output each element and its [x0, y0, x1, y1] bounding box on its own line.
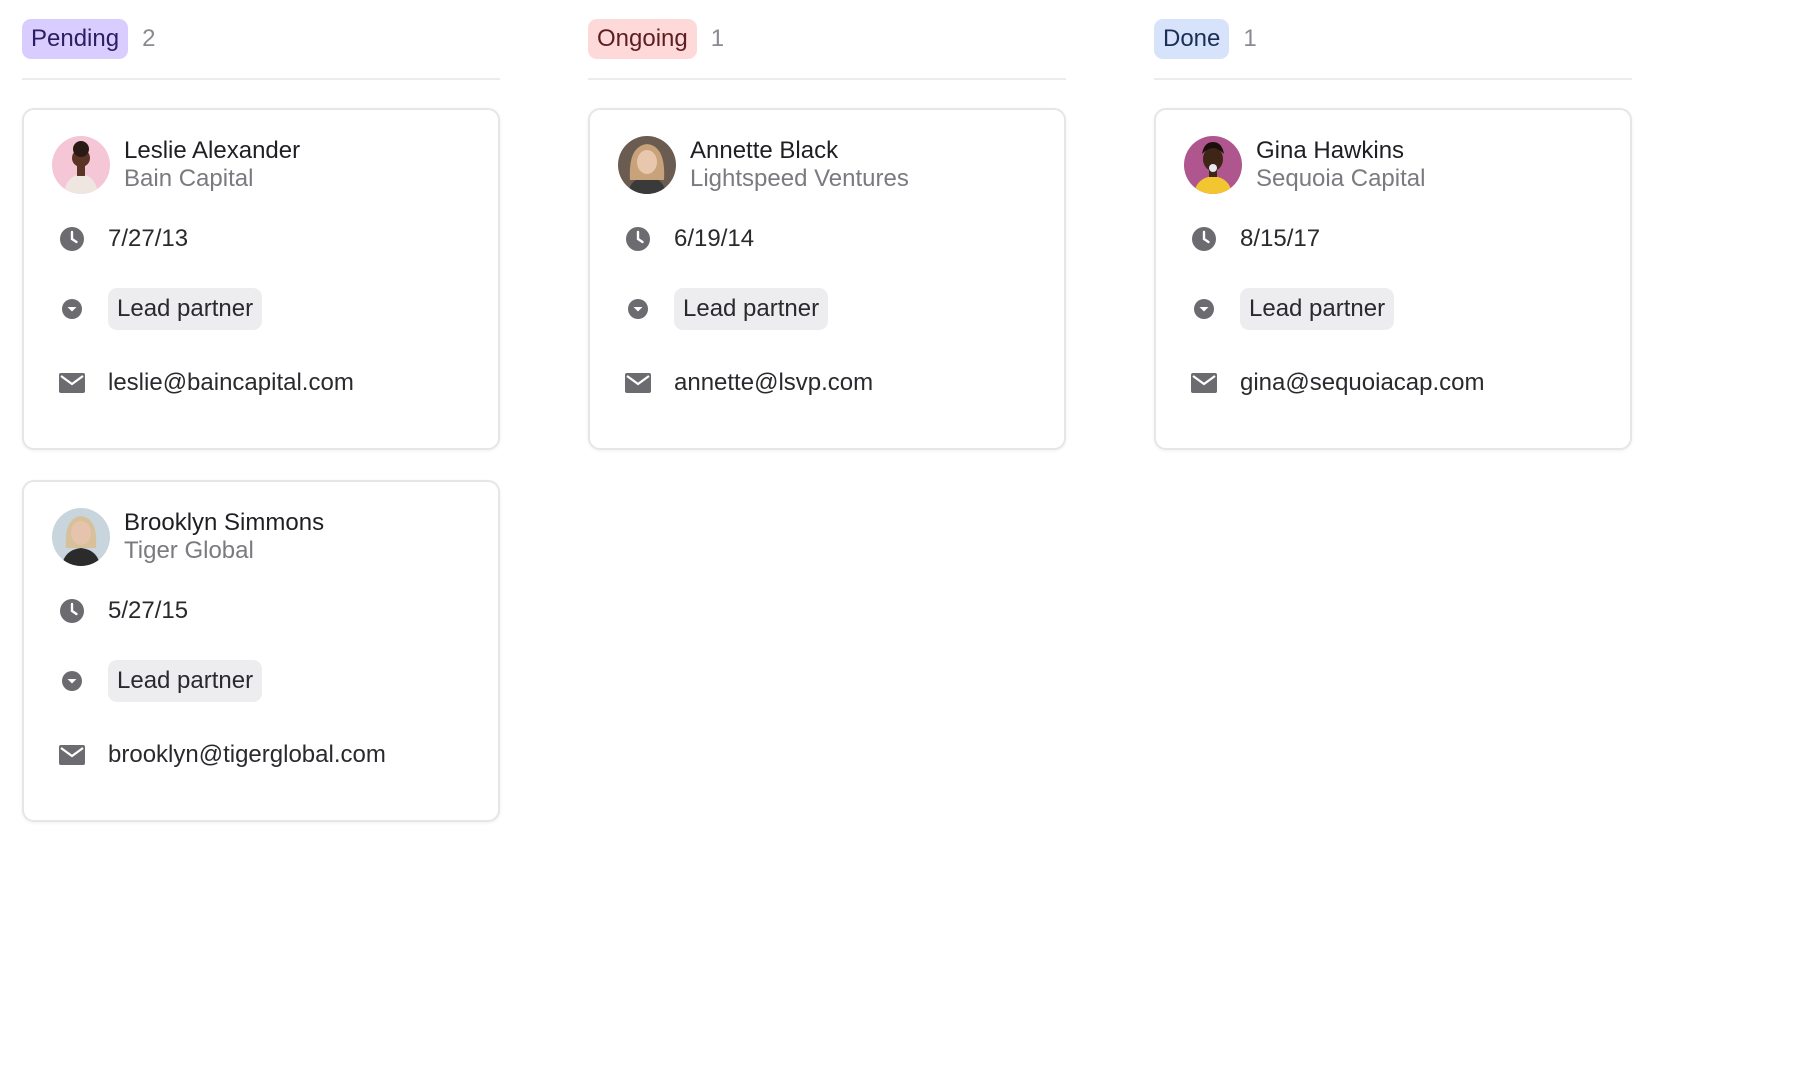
- clock-icon: [626, 227, 650, 251]
- contact-company: Lightspeed Ventures: [690, 165, 909, 192]
- contact-name: Annette Black: [690, 137, 839, 164]
- column-header: Done 1: [1154, 18, 1632, 60]
- contact-company: Tiger Global: [124, 537, 254, 564]
- contact-name: Gina Hawkins: [1256, 137, 1405, 164]
- column-ongoing: Ongoing 1 Annette Black Lightspeed Ventu…: [588, 18, 1066, 852]
- status-tag[interactable]: Ongoing: [588, 19, 697, 59]
- avatar: [1184, 136, 1242, 194]
- role-chip[interactable]: Lead partner: [108, 660, 263, 702]
- email-row: leslie@baincapital.com: [52, 346, 470, 420]
- contact-date: 7/27/13: [108, 225, 189, 252]
- contact-email[interactable]: leslie@baincapital.com: [108, 369, 354, 397]
- role-chip[interactable]: Lead partner: [674, 288, 829, 330]
- status-tag[interactable]: Pending: [22, 19, 129, 59]
- chevron-down-circle-icon: [1194, 299, 1214, 319]
- email-row: brooklyn@tigerglobal.com: [52, 718, 470, 792]
- role-row: Lead partner: [618, 272, 1036, 346]
- avatar: [618, 136, 676, 194]
- column-count: 1: [1243, 25, 1257, 52]
- column-header: Pending 2: [22, 18, 500, 60]
- column-header: Ongoing 1: [588, 18, 1066, 60]
- email-row: annette@lsvp.com: [618, 346, 1036, 420]
- role-row: Lead partner: [1184, 272, 1602, 346]
- clock-icon: [60, 599, 84, 623]
- role-row: Lead partner: [52, 644, 470, 718]
- mail-icon: [59, 745, 85, 765]
- date-row: 8/15/17: [1184, 216, 1602, 262]
- mail-icon: [59, 373, 85, 393]
- chevron-down-circle-icon: [62, 671, 82, 691]
- column-pending: Pending 2 Leslie Alexander Bain Capital …: [22, 18, 500, 852]
- chevron-down-circle-icon: [628, 299, 648, 319]
- date-row: 6/19/14: [618, 216, 1036, 262]
- contact-company: Sequoia Capital: [1256, 165, 1426, 192]
- column-count: 2: [142, 25, 156, 52]
- mail-icon: [625, 373, 651, 393]
- contact-email[interactable]: gina@sequoiacap.com: [1240, 369, 1485, 397]
- contact-card[interactable]: Gina Hawkins Sequoia Capital 8/15/17 Lea…: [1154, 108, 1632, 450]
- kanban-board: Pending 2 Leslie Alexander Bain Capital …: [22, 18, 1632, 852]
- contact-card[interactable]: Brooklyn Simmons Tiger Global 5/27/15 Le…: [22, 480, 500, 822]
- card-person: Brooklyn Simmons Tiger Global: [52, 508, 470, 566]
- card-person: Annette Black Lightspeed Ventures: [618, 136, 1036, 194]
- contact-card[interactable]: Leslie Alexander Bain Capital 7/27/13 Le…: [22, 108, 500, 450]
- card-person: Gina Hawkins Sequoia Capital: [1184, 136, 1602, 194]
- contact-name: Leslie Alexander: [124, 137, 301, 164]
- mail-icon: [1191, 373, 1217, 393]
- contact-card[interactable]: Annette Black Lightspeed Ventures 6/19/1…: [588, 108, 1066, 450]
- card-person: Leslie Alexander Bain Capital: [52, 136, 470, 194]
- email-row: gina@sequoiacap.com: [1184, 346, 1602, 420]
- status-tag[interactable]: Done: [1154, 19, 1230, 59]
- role-chip[interactable]: Lead partner: [108, 288, 263, 330]
- contact-date: 6/19/14: [674, 225, 755, 252]
- date-row: 5/27/15: [52, 588, 470, 634]
- avatar: [52, 136, 110, 194]
- contact-date: 8/15/17: [1240, 225, 1321, 252]
- contact-date: 5/27/15: [108, 597, 189, 624]
- clock-icon: [1192, 227, 1216, 251]
- contact-email[interactable]: annette@lsvp.com: [674, 369, 873, 397]
- contact-email[interactable]: brooklyn@tigerglobal.com: [108, 741, 386, 769]
- column-count: 1: [710, 25, 725, 52]
- chevron-down-circle-icon: [62, 299, 82, 319]
- role-chip[interactable]: Lead partner: [1240, 288, 1395, 330]
- clock-icon: [60, 227, 84, 251]
- avatar: [52, 508, 110, 566]
- column-done: Done 1 Gina Hawkins Sequoia Capital 8/15…: [1154, 18, 1632, 852]
- date-row: 7/27/13: [52, 216, 470, 262]
- contact-name: Brooklyn Simmons: [124, 509, 325, 536]
- contact-company: Bain Capital: [124, 165, 254, 192]
- role-row: Lead partner: [52, 272, 470, 346]
